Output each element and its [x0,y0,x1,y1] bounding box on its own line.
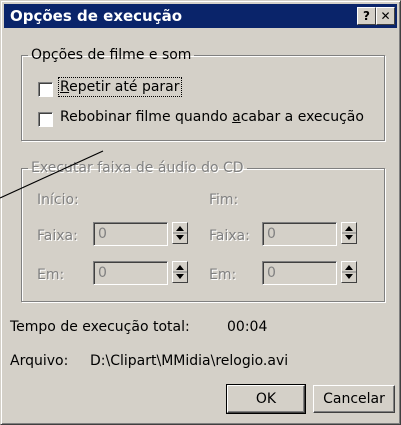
close-icon: ✕ [380,9,391,23]
rewind-label-before: Rebobinar filme quando [60,109,233,125]
repeat-label-rest: epetir até parar [69,79,180,95]
rewind-movie-label[interactable]: Rebobinar filme quando acabar a execução [60,109,364,125]
end-track-field[interactable]: 0 [262,222,337,246]
movie-sound-options-legend: Opções de filme e som [31,47,192,63]
end-at-value: 0 [267,265,276,281]
spin-arrows-icon [342,265,356,279]
callout-pointer-line [0,150,104,199]
end-track-spinner[interactable] [341,222,357,244]
total-time-label: Tempo de execução total: [10,319,190,335]
start-at-label: Em: [37,267,65,283]
file-path: D:\Clipart\MMidia\relogio.avi [90,353,289,369]
dialog-title: Opções de execução [10,7,183,25]
repeat-until-stop-checkbox[interactable] [38,82,53,97]
end-at-spinner[interactable] [341,261,357,283]
title-bar[interactable]: Opções de execução ? ✕ [4,4,397,28]
close-button[interactable]: ✕ [376,7,395,25]
start-at-spinner[interactable] [172,261,188,283]
playback-options-dialog: Opções de execução ? ✕ Opções de filme e… [0,0,401,425]
help-icon: ? [363,9,370,23]
total-time-value: 00:04 [227,319,268,335]
spin-arrows-icon [173,265,187,279]
start-track-spinner[interactable] [172,222,188,244]
help-button[interactable]: ? [357,7,376,25]
start-track-label: Faixa: [37,228,78,244]
start-at-field[interactable]: 0 [93,261,168,285]
repeat-until-stop-label[interactable]: Repetir até parar [58,77,182,97]
ok-button[interactable]: OK [226,384,306,414]
end-at-field[interactable]: 0 [262,261,337,285]
end-track-value: 0 [267,226,276,242]
rewind-label-after: cabar a execução [240,109,364,125]
end-track-label: Faixa: [209,228,250,244]
rewind-mnemonic: a [232,109,241,125]
end-header: Fim: [209,192,239,208]
spin-arrows-icon [173,226,187,240]
end-at-label: Em: [209,267,237,283]
cancel-button[interactable]: Cancelar [313,385,395,413]
file-label: Arquivo: [10,353,69,369]
start-track-value: 0 [98,226,107,242]
rewind-movie-checkbox[interactable] [38,112,53,127]
start-track-field[interactable]: 0 [93,222,168,246]
repeat-mnemonic: R [60,79,70,95]
spin-arrows-icon [342,226,356,240]
start-at-value: 0 [98,265,107,281]
